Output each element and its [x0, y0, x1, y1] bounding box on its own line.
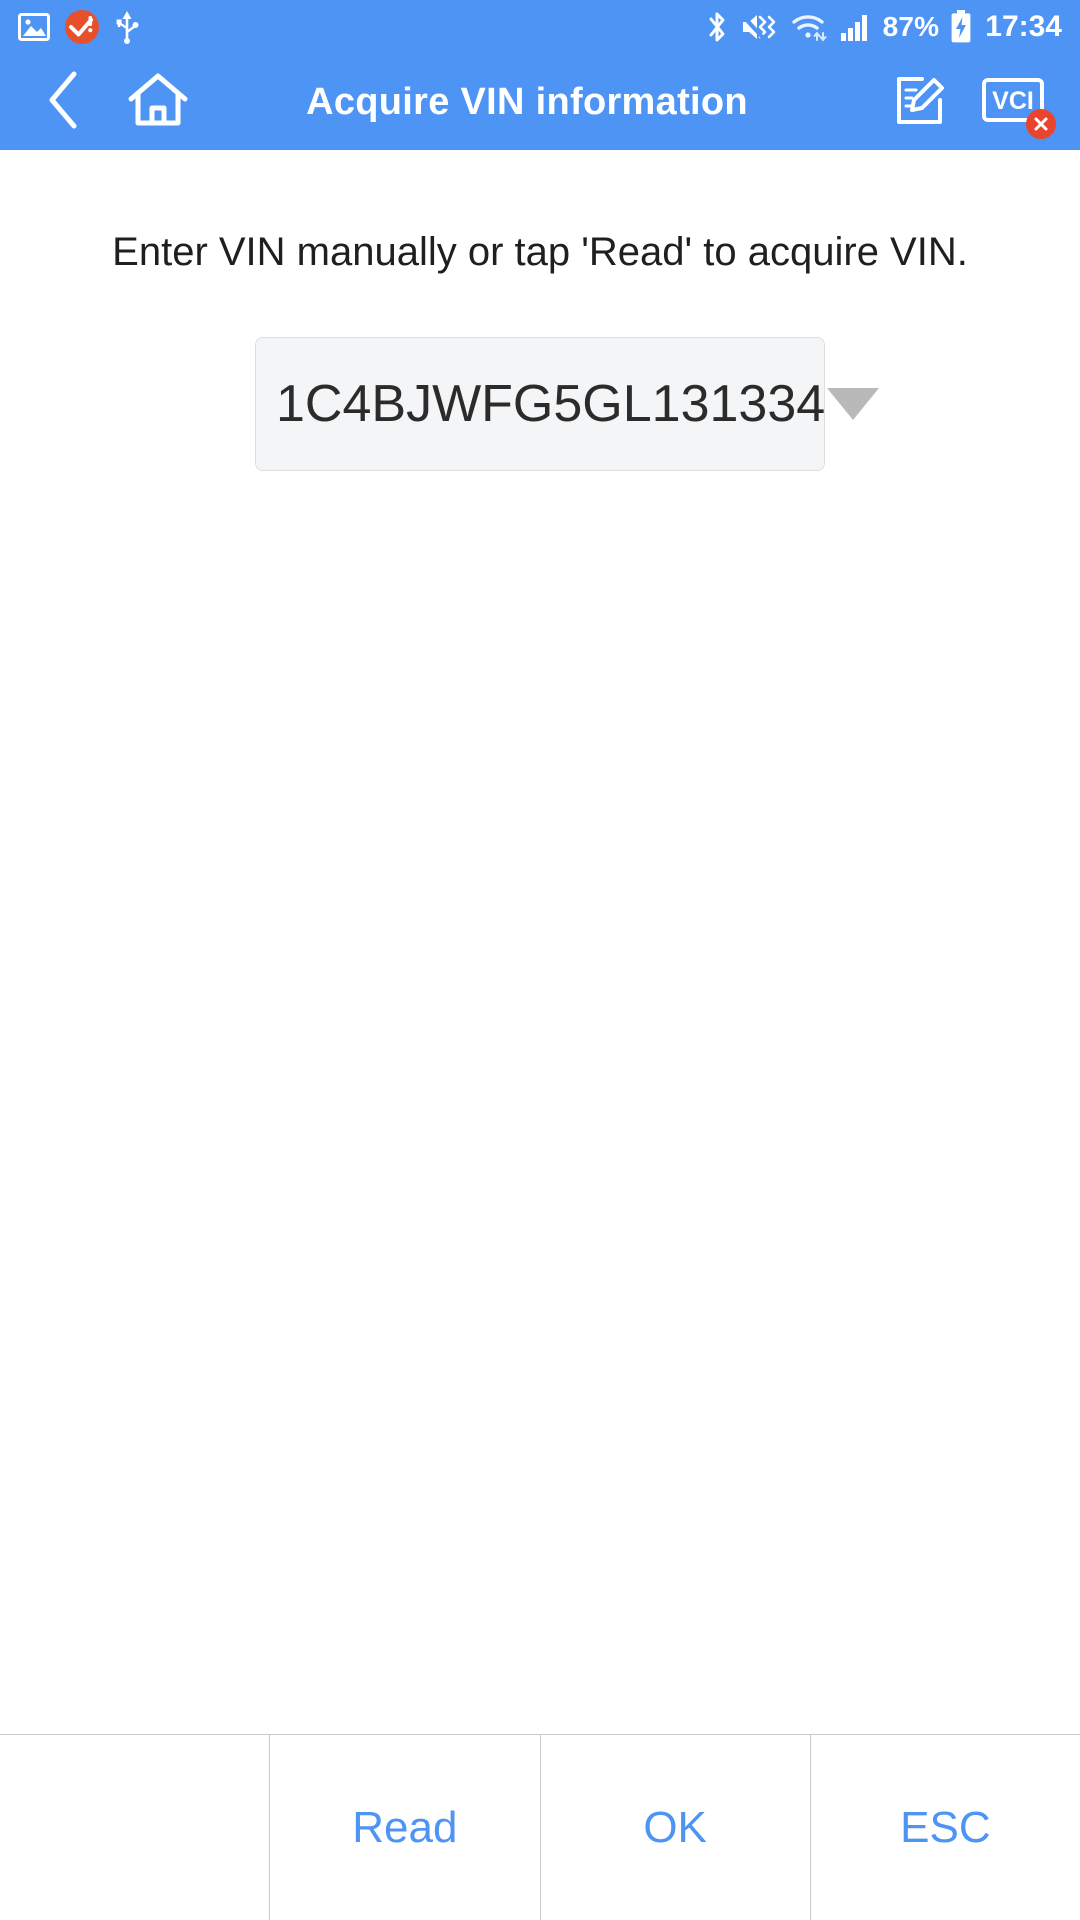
page-title: Acquire VIN information [306, 80, 748, 123]
status-bar-left-icons [18, 9, 140, 45]
vin-field-container: 1C4BJWFG5GL131334 [0, 337, 1080, 471]
app-screen: 87% 17:34 Acquire VIN information VCI En… [0, 0, 1080, 1920]
cellular-signal-icon [840, 12, 872, 42]
close-x-icon [1034, 117, 1048, 130]
usb-icon [114, 10, 140, 44]
notification-warning-icon [64, 9, 100, 45]
vin-value-label: 1C4BJWFG5GL131334 [276, 375, 826, 433]
esc-button[interactable]: ESC [809, 1735, 1080, 1920]
vin-input[interactable]: 1C4BJWFG5GL131334 [255, 337, 880, 471]
mute-vibrate-icon [740, 11, 780, 43]
main-content: Enter VIN manually or tap 'Read' to acqu… [0, 150, 1080, 1734]
battery-percent-label: 87% [882, 11, 940, 42]
back-chevron-icon [44, 69, 84, 136]
vci-disconnected-badge [1026, 108, 1056, 139]
instruction-text: Enter VIN manually or tap 'Read' to acqu… [112, 230, 968, 274]
edit-button[interactable] [894, 73, 948, 132]
bluetooth-icon [705, 10, 729, 44]
ok-button[interactable]: OK [539, 1735, 810, 1920]
app-bar-actions: VCI [894, 73, 1056, 139]
edit-pencil-icon [894, 73, 948, 132]
status-bar: 87% 17:34 [0, 0, 1080, 54]
image-icon [18, 13, 50, 41]
back-button[interactable] [18, 69, 110, 136]
clock-label: 17:34 [985, 10, 1062, 43]
status-bar-right-icons: 87% 17:34 [705, 10, 1062, 44]
empty-cell [0, 1735, 269, 1920]
vci-status-button[interactable]: VCI [982, 76, 1056, 139]
bottom-action-bar: Read OK ESC [0, 1734, 1080, 1920]
read-button[interactable]: Read [269, 1735, 539, 1920]
battery-charging-icon [950, 10, 972, 44]
chevron-down-triangle-icon[interactable] [827, 388, 880, 420]
svg-text:VCI: VCI [992, 87, 1034, 115]
app-bar: Acquire VIN information VCI [0, 54, 1080, 150]
wifi-icon [791, 11, 829, 43]
